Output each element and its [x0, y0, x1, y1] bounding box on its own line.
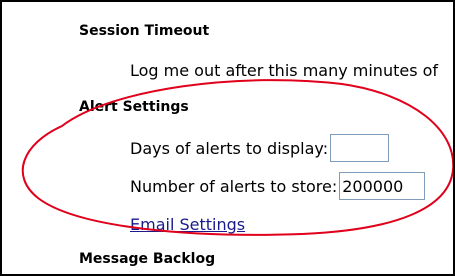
alerts-to-store-label: Number of alerts to store: [130, 176, 338, 196]
session-timeout-row: Log me out after this many minutes of [130, 55, 438, 85]
alert-settings-heading: Alert Settings [79, 99, 189, 115]
alerts-to-store-input[interactable] [339, 172, 426, 200]
days-of-alerts-label: Days of alerts to display: [130, 138, 329, 158]
message-backlog-heading: Message Backlog [79, 251, 216, 267]
alerts-to-store-row: Number of alerts to store: [130, 171, 426, 201]
session-timeout-heading: Session Timeout [79, 23, 210, 39]
days-of-alerts-row: Days of alerts to display: [130, 133, 390, 163]
settings-panel: Session Timeout Log me out after this ma… [0, 0, 455, 276]
session-timeout-label: Log me out after this many minutes of [130, 60, 439, 80]
email-settings-row: Email Settings [130, 209, 245, 239]
days-of-alerts-input[interactable] [330, 134, 390, 162]
email-settings-link[interactable]: Email Settings [130, 215, 245, 234]
